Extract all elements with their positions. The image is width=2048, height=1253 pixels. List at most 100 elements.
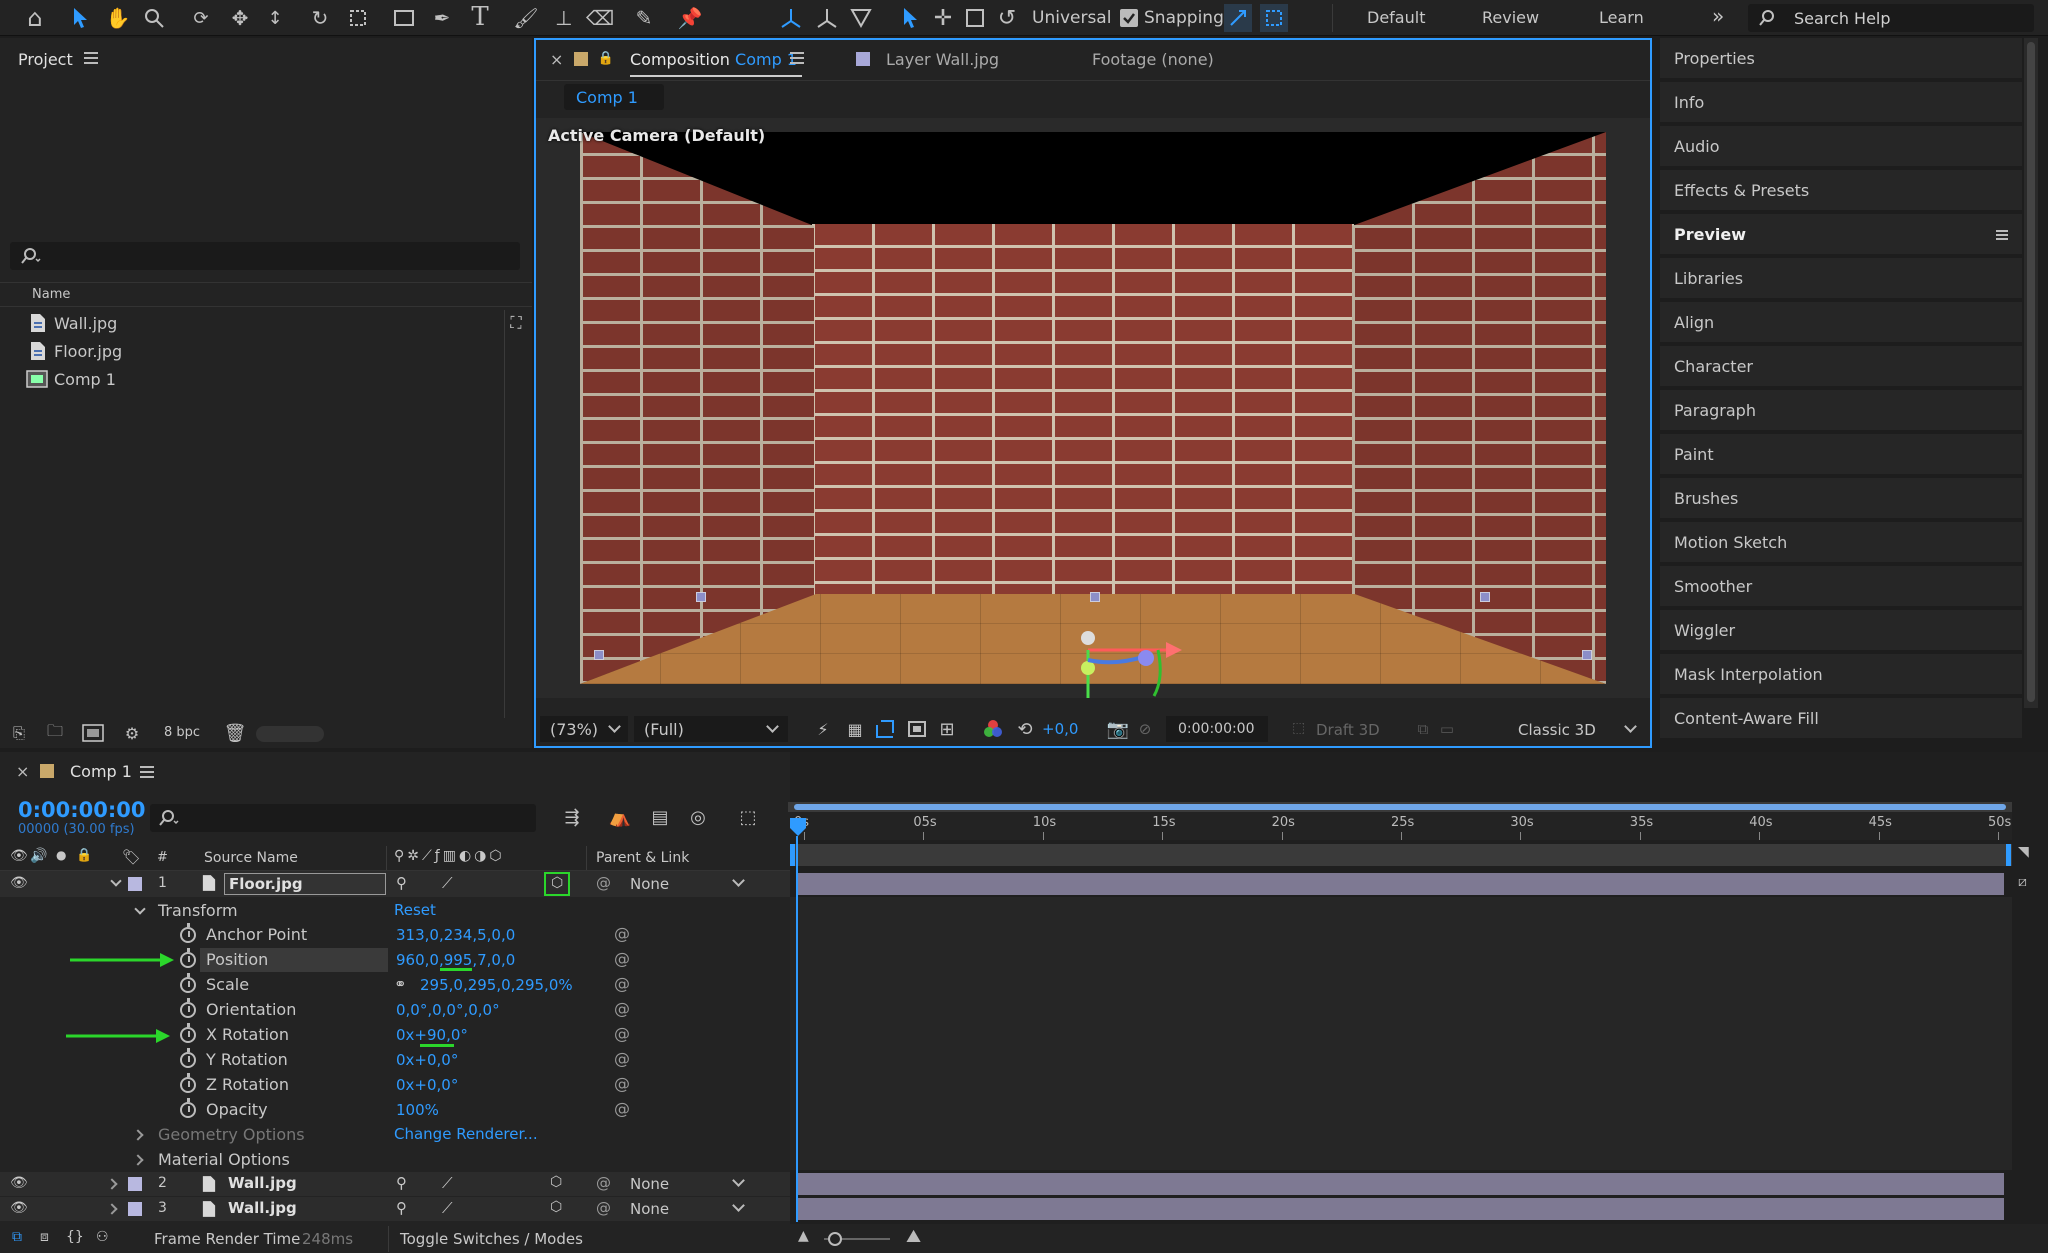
stopwatch-icon[interactable] (180, 973, 196, 993)
layer-1-duration-bar[interactable] (796, 873, 2004, 895)
stopwatch-icon[interactable] (180, 1048, 196, 1068)
ground-plane-icon[interactable]: ▭ (1436, 718, 1458, 740)
quality-switch-icon[interactable]: ⟋ (442, 1174, 453, 1192)
shy-switch-icon[interactable]: ⚲ (396, 1174, 407, 1192)
comp-button-icon[interactable]: ⧄ (2018, 874, 2042, 896)
panel-preview[interactable]: Preview (1660, 214, 2022, 256)
prop-position-value[interactable]: 960,0,995,7,0,0 (396, 951, 515, 969)
stopwatch-icon[interactable] (180, 923, 196, 943)
motion-blur-icon[interactable]: ◎ (684, 804, 712, 830)
project-search-input[interactable] (10, 242, 520, 270)
universal-select-icon[interactable] (898, 4, 924, 32)
expression-icon[interactable]: @ (614, 1049, 630, 1068)
layer-handle[interactable] (594, 650, 604, 660)
rotation-tool-icon[interactable]: ↻ (306, 4, 334, 32)
workspace-learn[interactable]: Learn (1599, 8, 1644, 27)
3d-cube-icon[interactable]: ⬡ (550, 1199, 562, 1215)
expression-icon[interactable]: @ (614, 1099, 630, 1118)
column-source-header[interactable]: Source Name (204, 850, 298, 866)
view-axis-icon[interactable] (846, 4, 876, 32)
panel-mask-interpolation[interactable]: Mask Interpolation (1660, 654, 2022, 696)
new-folder-icon[interactable]: 🗀 (42, 721, 68, 744)
mask-visibility-icon[interactable] (906, 718, 928, 740)
dolly-camera-icon[interactable]: ↕ (262, 4, 288, 32)
panel-info[interactable]: Info (1660, 82, 2022, 124)
label-color-swatch[interactable] (128, 1177, 142, 1191)
new-composition-icon[interactable] (80, 722, 106, 744)
panel-paint[interactable]: Paint (1660, 434, 2022, 476)
change-renderer-link[interactable]: Change Renderer... (394, 1125, 538, 1143)
home-icon[interactable]: ⌂ (20, 4, 50, 32)
snapshot-icon[interactable]: 📷 (1106, 718, 1130, 740)
parent-dropdown[interactable]: None (624, 1173, 754, 1195)
eye-icon[interactable]: 👁 (10, 1175, 28, 1191)
expression-icon[interactable]: @ (614, 999, 630, 1018)
draft3d-toggle[interactable]: ⬚ Draft 3D (1288, 716, 1388, 742)
expression-icon[interactable]: @ (614, 924, 630, 943)
stopwatch-icon[interactable] (180, 948, 196, 968)
column-name-header[interactable]: Name (32, 287, 70, 302)
layer-row-2[interactable]: 👁 2 Wall.jpg ⚲ ⟋ ⬡ @ None (0, 1172, 790, 1196)
roto-brush-icon[interactable]: ✎ (630, 4, 658, 32)
render-toggle-icon[interactable]: ⧉ (12, 1229, 22, 1245)
flowchart-icon[interactable]: ⛶ (504, 312, 528, 334)
trash-icon[interactable]: 🗑 (222, 722, 248, 744)
panel-libraries[interactable]: Libraries (1660, 258, 2022, 300)
prop-x-rotation-value[interactable]: 0x+90,0° (396, 1026, 468, 1044)
panel-brushes[interactable]: Brushes (1660, 478, 2022, 520)
puppet-tool-icon[interactable]: 📌 (676, 4, 704, 32)
panel-menu-icon[interactable] (1996, 230, 2008, 240)
panel-content-aware-fill[interactable]: Content-Aware Fill (1660, 698, 2022, 740)
playhead[interactable] (790, 818, 806, 836)
column-number-header[interactable]: # (157, 850, 168, 865)
local-axis-icon[interactable] (776, 4, 806, 32)
visibility-column-icon[interactable]: 👁 (10, 848, 28, 864)
project-settings-icon[interactable]: ⚙ (118, 722, 146, 744)
layer-handle[interactable] (696, 592, 706, 602)
work-area-range[interactable] (790, 844, 2012, 866)
expand-switches-icon[interactable]: ⧈ (40, 1229, 49, 1245)
project-item-comp1[interactable]: Comp 1 (8, 366, 504, 392)
expand-layer-icon[interactable] (110, 875, 122, 887)
zoom-slider-thumb[interactable] (828, 1232, 842, 1246)
shy-layers-icon[interactable]: ⛺ (606, 804, 634, 830)
stopwatch-icon[interactable] (180, 1073, 196, 1093)
panel-wiggler[interactable]: Wiggler (1660, 610, 2022, 652)
thumbnail-slider[interactable] (256, 726, 324, 742)
eye-icon[interactable]: 👁 (10, 1200, 28, 1216)
type-tool-icon[interactable]: T (466, 2, 494, 32)
scale-icon[interactable] (962, 4, 988, 32)
tab-layer[interactable]: Layer Wall.jpg (886, 50, 999, 69)
prop-anchor-point-value[interactable]: 313,0,234,5,0,0 (396, 926, 515, 944)
rectangle-tool-icon[interactable] (390, 4, 418, 32)
grid-guides-icon[interactable]: ⊞ (936, 718, 958, 740)
current-time-indicator[interactable] (796, 836, 798, 1222)
layer-name-field[interactable]: Floor.jpg (224, 873, 386, 895)
constrain-proportions-icon[interactable]: ⚭ (394, 975, 407, 993)
panel-effects-presets[interactable]: Effects & Presets (1660, 170, 2022, 212)
zoom-in-icon[interactable]: ⛰ (906, 1226, 921, 1247)
3d-axis-gizmo-icon[interactable] (1066, 628, 1186, 698)
panel-character[interactable]: Character (1660, 346, 2022, 388)
pick-whip-icon[interactable]: @ (596, 874, 611, 892)
orbit-camera-icon[interactable]: ⟳ (186, 4, 216, 32)
column-parent-header[interactable]: Parent & Link (596, 850, 689, 866)
quality-switch-icon[interactable]: ⟋ (442, 1199, 453, 1217)
timeline-search-input[interactable] (150, 804, 536, 832)
prop-opacity-value[interactable]: 100% (396, 1101, 439, 1119)
comp-marker-bin-icon[interactable]: ◥ (2018, 844, 2038, 866)
pen-tool-icon[interactable]: ✒ (428, 4, 456, 32)
world-axis-icon[interactable] (812, 4, 842, 32)
current-time-field[interactable]: 0:00:00:00 (1166, 716, 1268, 742)
work-area-bar[interactable] (788, 802, 2012, 812)
comp-flowchart-icon[interactable]: ⇶ (558, 804, 586, 830)
audio-column-icon[interactable]: 🔊 (30, 848, 47, 864)
project-panel-title[interactable]: Project (18, 50, 73, 69)
panel-menu-icon[interactable] (790, 52, 804, 64)
clone-stamp-icon[interactable]: ⊥ (550, 4, 578, 32)
move-icon[interactable]: ✛ (930, 4, 956, 32)
expand-timing-icon[interactable]: ⚇ (96, 1229, 109, 1245)
snapping-checkbox[interactable] (1120, 9, 1138, 27)
parent-dropdown[interactable]: None (624, 1198, 754, 1220)
prop-scale-value[interactable]: 295,0,295,0,295,0% (420, 976, 573, 994)
